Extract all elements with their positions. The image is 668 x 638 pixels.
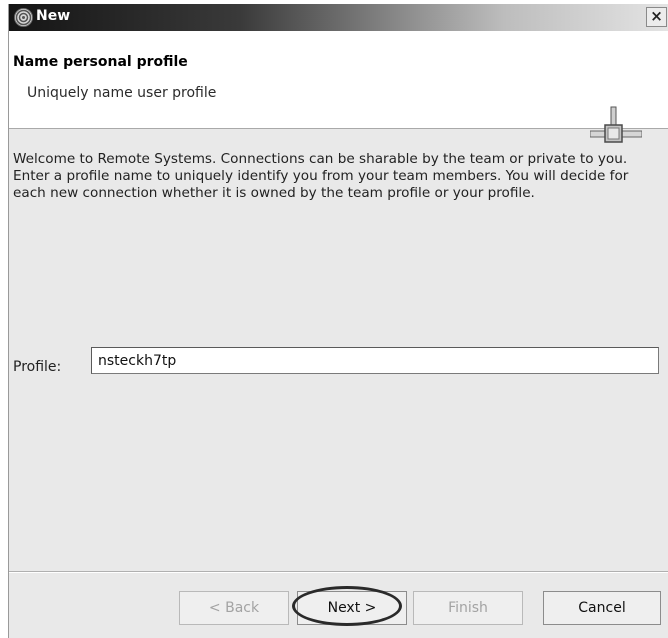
close-icon: × [650,7,663,25]
title-bar[interactable]: New × [9,4,668,31]
new-wizard-dialog: New × Name personal profile Uniquely nam… [8,4,668,638]
connection-graphic-icon [590,106,642,143]
cancel-button[interactable]: Cancel [543,591,661,625]
wizard-header: Name personal profile Uniquely name user… [9,31,668,143]
close-button[interactable]: × [646,7,667,27]
eclipse-icon [14,8,33,27]
welcome-description: Welcome to Remote Systems. Connections c… [13,151,629,201]
page-title: Name personal profile [13,54,188,70]
window-title: New [36,8,71,24]
profile-input[interactable] [91,347,659,374]
next-button[interactable]: Next > [297,591,407,625]
profile-label: Profile: [13,359,62,375]
back-button[interactable]: < Back [179,591,289,625]
finish-button[interactable]: Finish [413,591,523,625]
page-subtitle: Uniquely name user profile [27,85,217,101]
button-bar-separator [9,571,668,573]
